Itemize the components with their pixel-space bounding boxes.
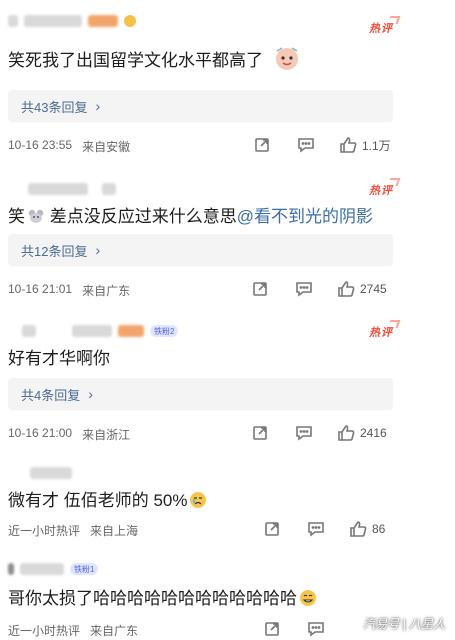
comment-actions: 1.1万	[252, 136, 391, 154]
blurred-username[interactable]	[30, 467, 72, 479]
comment-actions: 86	[262, 520, 385, 538]
blurred-avatar	[8, 15, 18, 27]
user-mention-link[interactable]: @看不到光的阴影	[237, 207, 373, 226]
like-icon[interactable]	[338, 136, 358, 154]
smile-emoji-icon	[300, 590, 316, 606]
comment-text: 哥你太损了哈哈哈哈哈哈哈哈哈哈哈哈	[8, 584, 317, 609]
blurred-username[interactable]	[22, 325, 36, 337]
comment-icon[interactable]	[306, 520, 326, 538]
comment-1: 热评 笑死我了出国留学文化水平都高了 共43条回复 › 10-16 23:55 …	[0, 0, 455, 160]
sticker-icon	[275, 46, 298, 70]
comment-location: 来自上海	[90, 524, 139, 538]
blurred-username[interactable]	[24, 15, 82, 27]
blurred-username[interactable]	[28, 183, 88, 195]
hot-comment-tag: 热评	[369, 182, 393, 198]
comment-meta: 近一小时热评 来自广东	[8, 622, 138, 639]
comment-icon[interactable]	[296, 136, 316, 154]
comment-location: 来自安徽	[82, 140, 131, 154]
share-icon[interactable]	[250, 424, 270, 442]
comment-icon[interactable]	[306, 620, 326, 638]
blurred-avatar	[8, 563, 14, 575]
chevron-right-icon: ›	[95, 98, 101, 114]
share-icon[interactable]	[262, 620, 282, 638]
fan-badge: 铁粉1	[70, 563, 99, 575]
author-row: 铁粉1	[8, 562, 99, 576]
replies-count: 共4条回复	[21, 387, 81, 403]
like-count: 2416	[360, 426, 387, 440]
replies-button[interactable]: 共4条回复 ›	[8, 378, 393, 410]
replies-button[interactable]: 共43条回复 ›	[8, 90, 393, 122]
face-emoji-icon	[124, 15, 136, 27]
blurred-username	[88, 15, 118, 27]
replies-button[interactable]: 共12条回复 ›	[8, 234, 393, 266]
comment-actions: 2416	[250, 424, 387, 442]
mouse-emoji-icon	[28, 209, 44, 223]
comment-icon[interactable]	[294, 424, 314, 442]
comment-location: 来自广东	[82, 284, 131, 298]
watermark: 汽易号 | 八星人	[363, 617, 445, 631]
comment-2: 热评 笑 差点没反应过来什么意思@看不到光的阴影 共12条回复 › 10-16 …	[0, 170, 455, 310]
comment-location: 来自浙江	[82, 428, 131, 442]
comment-meta: 10-16 21:00 来自浙江	[8, 426, 130, 443]
comment-text-body: 微有才 伍佰老师的 50%	[8, 491, 188, 510]
like-icon[interactable]	[336, 280, 356, 298]
comment-meta: 10-16 21:01 来自广东	[8, 282, 130, 299]
comment-text-body: 哥你太损了哈哈哈哈哈哈哈哈哈哈哈哈	[8, 589, 297, 608]
hot-comment-tag: 热评	[369, 20, 393, 36]
replies-count: 共12条回复	[21, 243, 88, 259]
chevron-right-icon: ›	[88, 386, 93, 402]
blurred-username	[118, 325, 144, 337]
comment-time: 10-16 21:01	[8, 282, 73, 296]
comment-time: 近一小时热评	[8, 524, 81, 538]
like-icon[interactable]	[336, 424, 356, 442]
comment-time: 10-16 21:00	[8, 426, 73, 440]
author-row: 铁粉2	[8, 324, 179, 338]
share-icon[interactable]	[262, 520, 282, 538]
like-icon[interactable]	[348, 520, 368, 538]
crying-emoji-icon	[190, 492, 207, 508]
replies-count: 共43条回复	[21, 99, 88, 115]
share-icon[interactable]	[252, 136, 272, 154]
fan-badge: 铁粉2	[150, 325, 179, 337]
hot-comment-tag: 热评	[369, 324, 393, 340]
chevron-right-icon: ›	[95, 242, 101, 258]
blurred-username	[72, 325, 112, 337]
author-row	[8, 14, 136, 28]
comment-actions: 2745	[250, 280, 387, 298]
author-row	[8, 466, 72, 480]
like-count: 2745	[360, 282, 387, 296]
blurred-username	[102, 183, 116, 195]
comment-text: 好有才华啊你	[8, 349, 110, 368]
comment-location: 来自广东	[90, 624, 139, 638]
like-count: 1.1万	[362, 138, 391, 153]
comment-time: 10-16 23:55	[8, 138, 73, 152]
comment-meta: 近一小时热评 来自上海	[8, 522, 138, 539]
comment-time: 近一小时热评	[8, 624, 81, 638]
comment-actions	[262, 620, 326, 638]
share-icon[interactable]	[250, 280, 270, 298]
comment-meta: 10-16 23:55 来自安徽	[8, 138, 130, 155]
comment-text: 微有才 伍佰老师的 50%	[8, 486, 207, 511]
comment-icon[interactable]	[294, 280, 314, 298]
comment-text: 笑死我了出国留学文化水平都高了	[8, 46, 302, 73]
comment-4: 微有才 伍佰老师的 50% 近一小时热评 来自上海 86	[0, 462, 455, 552]
comment-text: 笑 差点没反应过来什么意思@看不到光的阴影	[8, 202, 373, 227]
comment-text-body: 差点没反应过来什么意思	[45, 207, 237, 226]
comment-3: 铁粉2 热评 好有才华啊你 共4条回复 › 10-16 21:00 来自浙江 2…	[0, 316, 455, 456]
author-row	[8, 182, 116, 196]
comment-text-body: 笑	[8, 207, 25, 226]
like-count: 86	[372, 522, 386, 536]
comment-text-body: 笑死我了出国留学文化水平都高了	[8, 51, 263, 70]
blurred-username[interactable]	[20, 563, 64, 575]
